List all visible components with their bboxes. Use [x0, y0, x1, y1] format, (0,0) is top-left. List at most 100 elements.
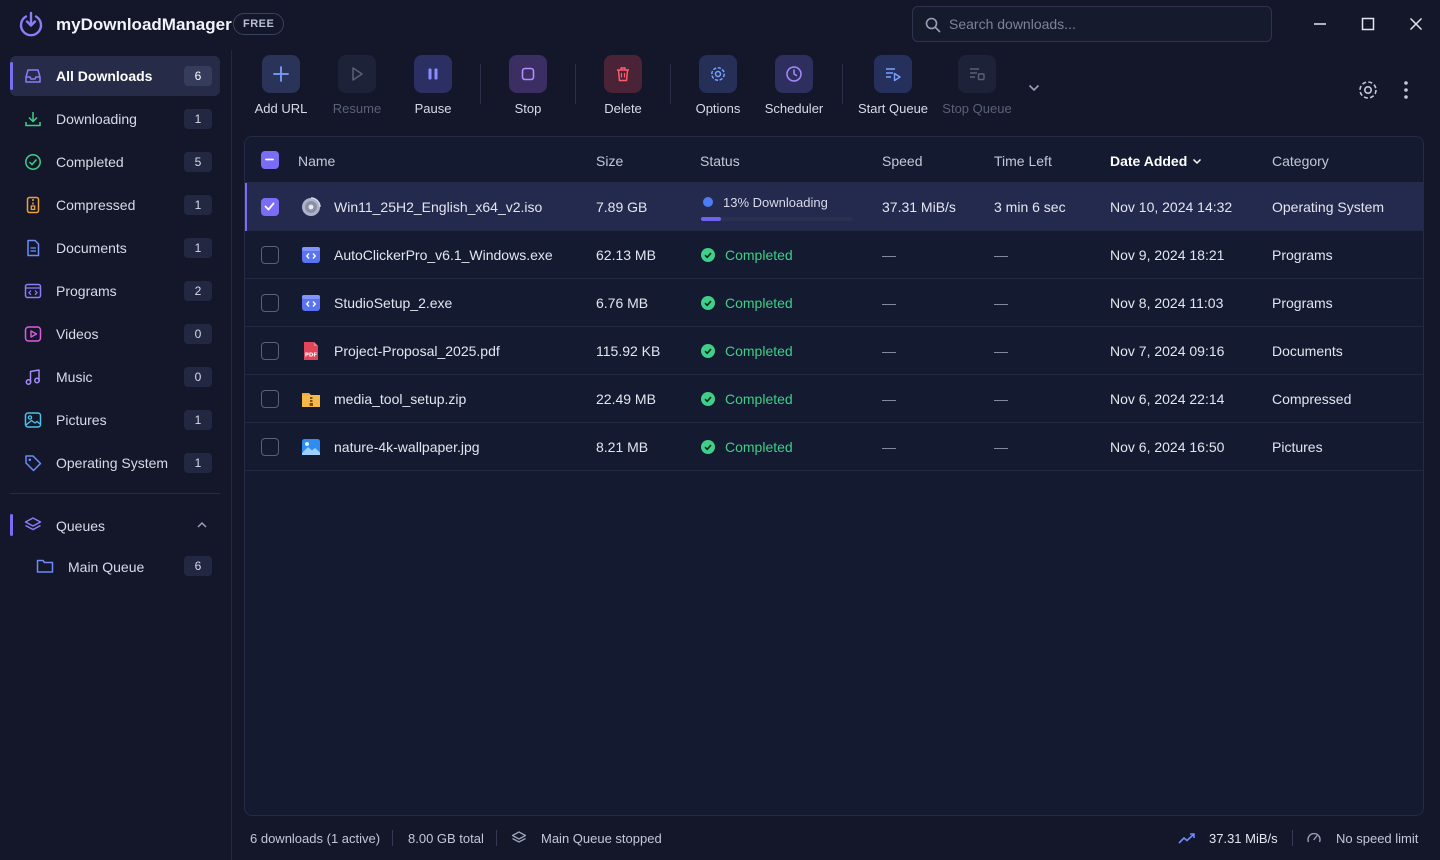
toolbar-separator — [480, 64, 481, 104]
status-text: Completed — [725, 343, 793, 359]
sidebar-item-operating-system[interactable]: Operating System 1 — [10, 443, 220, 483]
row-checkbox[interactable] — [261, 438, 279, 456]
check-circle-icon — [701, 440, 715, 454]
sidebar-item-completed[interactable]: Completed 5 — [10, 142, 220, 182]
sidebar-item-pictures[interactable]: Pictures 1 — [10, 400, 220, 440]
more-vertical-icon[interactable] — [1396, 78, 1416, 102]
chevron-down-icon[interactable] — [1024, 78, 1044, 98]
image-icon — [302, 439, 320, 455]
select-all-checkbox[interactable] — [261, 151, 279, 169]
stop-queue-button[interactable]: Stop Queue — [932, 55, 1022, 117]
plan-badge: FREE — [233, 13, 285, 35]
column-header-speed[interactable]: Speed — [882, 153, 922, 169]
row-checkbox[interactable] — [261, 246, 279, 264]
queues-label: Queues — [56, 518, 106, 534]
sidebar-item-compressed[interactable]: Compressed 1 — [10, 185, 220, 225]
status-separator — [496, 830, 497, 846]
document-icon — [27, 239, 40, 257]
speed-limit[interactable]: No speed limit — [1336, 831, 1418, 846]
category: Programs — [1272, 295, 1333, 311]
close-button[interactable] — [1404, 12, 1428, 36]
status-text: Completed — [725, 391, 793, 407]
toolbar-separator — [842, 64, 843, 104]
search-input[interactable] — [949, 7, 1259, 41]
queue-stop-icon — [970, 68, 985, 81]
downloads-summary: 6 downloads (1 active) — [250, 831, 381, 846]
file-name: media_tool_setup.zip — [334, 391, 467, 407]
sidebar-item-label: Completed — [56, 154, 124, 170]
sidebar-item-programs[interactable]: Programs 2 — [10, 271, 220, 311]
table-row[interactable]: AutoClickerPro_v6.1_Windows.exe 62.13 MB… — [245, 231, 1423, 279]
column-header-category[interactable]: Category — [1272, 153, 1329, 169]
file-name: AutoClickerPro_v6.1_Windows.exe — [334, 247, 553, 263]
title-bar: myDownloadManager FREE — [0, 0, 1440, 50]
column-header-name[interactable]: Name — [298, 153, 335, 169]
queues-section-toggle[interactable]: Queues — [10, 506, 220, 544]
row-checkbox[interactable] — [261, 294, 279, 312]
column-header-status[interactable]: Status — [700, 153, 740, 169]
stop-button[interactable]: Stop — [483, 55, 573, 117]
sidebar-item-videos[interactable]: Videos 0 — [10, 314, 220, 354]
sidebar-item-documents[interactable]: Documents 1 — [10, 228, 220, 268]
close-icon — [1409, 17, 1423, 31]
sidebar-item-count: 1 — [184, 195, 212, 215]
table-row[interactable]: nature-4k-wallpaper.jpg 8.21 MB Complete… — [245, 423, 1423, 471]
column-header-date-added[interactable]: Date Added — [1110, 153, 1187, 169]
sidebar-item-label: Pictures — [56, 412, 107, 428]
downloads-table: Name Size Status Speed Time Left Date Ad… — [244, 136, 1424, 816]
sidebar-item-count: 2 — [184, 281, 212, 301]
settings-gear-icon[interactable] — [1356, 78, 1380, 102]
clock-icon — [786, 66, 802, 82]
current-speed: 37.31 MiB/s — [1209, 831, 1278, 846]
table-row[interactable]: media_tool_setup.zip 22.49 MB Completed … — [245, 375, 1423, 423]
table-row[interactable]: Win11_25H2_English_x64_v2.iso 7.89 GB 13… — [245, 183, 1423, 231]
start-queue-button[interactable]: Start Queue — [848, 55, 938, 117]
downloading-indicator — [703, 197, 713, 207]
row-checkbox[interactable] — [261, 342, 279, 360]
sidebar-item-music[interactable]: Music 0 — [10, 357, 220, 397]
row-checkbox[interactable] — [261, 198, 279, 216]
delete-button[interactable]: Delete — [578, 55, 668, 117]
pause-button[interactable]: Pause — [388, 55, 478, 117]
plus-icon — [273, 66, 289, 82]
file-size: 22.49 MB — [596, 391, 656, 407]
zip-icon — [302, 393, 320, 407]
search-box[interactable] — [912, 6, 1272, 42]
sidebar-item-all-downloads[interactable]: All Downloads 6 — [10, 56, 220, 96]
table-row[interactable]: StudioSetup_2.exe 6.76 MB Completed — — … — [245, 279, 1423, 327]
trash-icon — [617, 67, 629, 82]
download-speed: — — [882, 439, 896, 455]
sidebar-item-main-queue[interactable]: Main Queue 6 — [10, 546, 220, 586]
column-header-time-left[interactable]: Time Left — [994, 153, 1052, 169]
date-added: Nov 8, 2024 11:03 — [1110, 295, 1224, 311]
column-header-size[interactable]: Size — [596, 153, 623, 169]
sidebar-item-label: Videos — [56, 326, 99, 342]
sidebar-item-downloading[interactable]: Downloading 1 — [10, 99, 220, 139]
table-row[interactable]: PDF Project-Proposal_2025.pdf 115.92 KB … — [245, 327, 1423, 375]
row-checkbox[interactable] — [261, 390, 279, 408]
folder-icon — [36, 559, 54, 573]
time-left: — — [994, 247, 1008, 263]
delete-label: Delete — [604, 101, 642, 116]
minimize-button[interactable] — [1308, 12, 1332, 36]
stop-icon — [521, 67, 535, 81]
queue-status: Main Queue stopped — [541, 831, 662, 846]
maximize-button[interactable] — [1356, 12, 1380, 36]
progress-fill — [701, 217, 721, 221]
video-icon — [24, 326, 42, 342]
sidebar-divider — [10, 493, 220, 494]
sidebar-item-count: 0 — [184, 367, 212, 387]
sidebar-item-count: 1 — [184, 410, 212, 430]
file-size: 62.13 MB — [596, 247, 656, 263]
download-speed: — — [882, 391, 896, 407]
status-text: Completed — [725, 295, 793, 311]
scheduler-button[interactable]: Scheduler — [749, 55, 839, 117]
sidebar-item-count: 6 — [184, 66, 212, 86]
exe-icon — [302, 247, 320, 263]
download-icon — [25, 112, 41, 127]
time-left: 3 min 6 sec — [994, 199, 1066, 215]
file-name: Win11_25H2_English_x64_v2.iso — [334, 199, 543, 215]
search-icon — [925, 17, 941, 33]
toolbar-separator — [575, 64, 576, 104]
status-separator — [392, 830, 393, 846]
